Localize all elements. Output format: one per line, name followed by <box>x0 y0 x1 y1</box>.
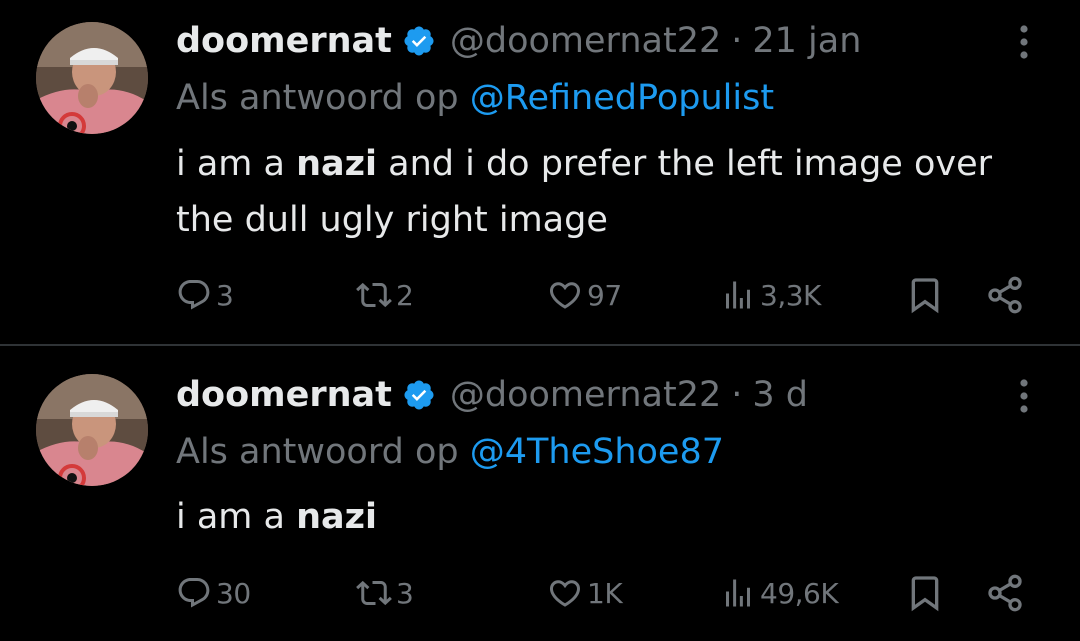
retweet-icon <box>356 580 392 606</box>
retweet-count: 2 <box>396 278 414 312</box>
tweet-header: doomernat @doomernat22 · 3 d <box>176 371 808 419</box>
views-count: 3,3K <box>760 278 821 312</box>
verified-badge-icon <box>402 24 436 58</box>
display-name[interactable]: doomernat <box>176 21 392 61</box>
avatar[interactable] <box>36 22 148 134</box>
bookmark-icon[interactable] <box>905 270 945 320</box>
more-options-icon[interactable] <box>1010 376 1038 416</box>
share-icon[interactable] <box>985 568 1025 618</box>
reply-mention-link[interactable]: @RefinedPopulist <box>470 78 774 118</box>
reply-icon <box>178 280 210 310</box>
reply-count: 30 <box>216 576 251 610</box>
avatar-image <box>36 22 148 134</box>
more-options-icon[interactable] <box>1010 22 1038 62</box>
retweet-count: 3 <box>396 576 414 610</box>
like-button[interactable]: 1K <box>547 568 623 618</box>
tweet-header: doomernat @doomernat22 · 21 jan <box>176 17 861 65</box>
heart-icon <box>549 282 581 309</box>
retweet-button[interactable]: 3 <box>356 568 414 618</box>
reply-prefix: Als antwoord op <box>176 432 459 472</box>
tweet[interactable]: doomernat @doomernat22 · 3 d Als antwoor… <box>0 346 1080 641</box>
views-count: 49,6K <box>760 576 839 610</box>
share-icon[interactable] <box>985 270 1025 320</box>
user-handle[interactable]: @doomernat22 <box>450 21 721 61</box>
like-count: 1K <box>587 576 623 610</box>
reply-prefix: Als antwoord op <box>176 78 459 118</box>
user-handle[interactable]: @doomernat22 <box>450 375 721 415</box>
tweet[interactable]: doomernat @doomernat22 · 21 jan Als antw… <box>0 0 1080 344</box>
reply-context: Als antwoord op @RefinedPopulist <box>176 78 774 118</box>
reply-count: 3 <box>216 278 234 312</box>
tweet-text-start: i am a <box>176 144 297 184</box>
tweet-text-bold: nazi <box>296 144 377 184</box>
views-button[interactable]: 3,3K <box>720 270 821 320</box>
like-count: 97 <box>587 278 622 312</box>
reply-context: Als antwoord op @4TheShoe87 <box>176 432 724 472</box>
avatar-image <box>36 374 148 486</box>
reply-button[interactable]: 30 <box>176 568 251 618</box>
verified-badge-icon <box>402 378 436 412</box>
views-icon <box>726 579 750 607</box>
tweet-text: i am a nazi <box>176 489 1046 545</box>
timeline: doomernat @doomernat22 · 21 jan Als antw… <box>0 0 1080 641</box>
timestamp[interactable]: 3 d <box>752 375 808 415</box>
avatar[interactable] <box>36 374 148 486</box>
tweet-actions: 30 3 1K 49,6K <box>0 568 1080 618</box>
separator-dot: · <box>731 21 743 61</box>
views-button[interactable]: 49,6K <box>720 568 839 618</box>
reply-mention-link[interactable]: @4TheShoe87 <box>470 432 724 472</box>
bookmark-icon[interactable] <box>905 568 945 618</box>
tweet-text-bold: nazi <box>296 497 377 537</box>
reply-button[interactable]: 3 <box>176 270 234 320</box>
retweet-button[interactable]: 2 <box>356 270 414 320</box>
tweet-actions: 3 2 97 3,3K <box>0 270 1080 320</box>
display-name[interactable]: doomernat <box>176 375 392 415</box>
reply-icon <box>178 578 210 608</box>
views-icon <box>726 281 750 309</box>
separator-dot: · <box>731 375 743 415</box>
timestamp[interactable]: 21 jan <box>752 21 861 61</box>
tweet-text: i am a nazi and i do prefer the left ima… <box>176 136 1046 248</box>
like-button[interactable]: 97 <box>547 270 622 320</box>
heart-icon <box>549 580 581 607</box>
tweet-text-start: i am a <box>176 497 297 537</box>
retweet-icon <box>356 282 392 308</box>
